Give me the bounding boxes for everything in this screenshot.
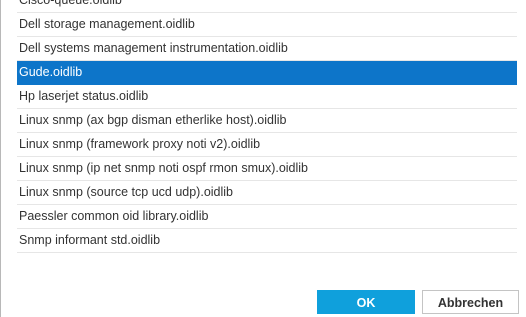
list-item-gude[interactable]: Gude.oidlib xyxy=(17,61,517,85)
list-item-linux-snmp-source-tcp[interactable]: Linux snmp (source tcp ucd udp).oidlib xyxy=(17,181,517,205)
list-item-linux-snmp-ax-bgp[interactable]: Linux snmp (ax bgp disman etherlike host… xyxy=(17,109,517,133)
list-item-dell-systems-management[interactable]: Dell systems management instrumentation.… xyxy=(17,37,517,61)
list-item-dell-storage-management[interactable]: Dell storage management.oidlib xyxy=(17,13,517,37)
oid-library-dialog: Cisco-queue.oidlib Dell storage manageme… xyxy=(0,0,526,317)
list-item-linux-snmp-framework[interactable]: Linux snmp (framework proxy noti v2).oid… xyxy=(17,133,517,157)
oid-library-list-track: Cisco-queue.oidlib Dell storage manageme… xyxy=(17,0,517,253)
cancel-button[interactable]: Abbrechen xyxy=(422,290,519,314)
list-item-linux-snmp-ip-net[interactable]: Linux snmp (ip net snmp noti ospf rmon s… xyxy=(17,157,517,181)
list-item-hp-laserjet-status[interactable]: Hp laserjet status.oidlib xyxy=(17,85,517,109)
dialog-footer: OK Abbrechen xyxy=(1,278,526,317)
oid-library-list[interactable]: Cisco-queue.oidlib Dell storage manageme… xyxy=(17,0,517,278)
list-item-cisco-queue[interactable]: Cisco-queue.oidlib xyxy=(17,0,517,13)
list-item-snmp-informant-std[interactable]: Snmp informant std.oidlib xyxy=(17,229,517,253)
list-item-paessler-common[interactable]: Paessler common oid library.oidlib xyxy=(17,205,517,229)
ok-button[interactable]: OK xyxy=(317,290,415,314)
